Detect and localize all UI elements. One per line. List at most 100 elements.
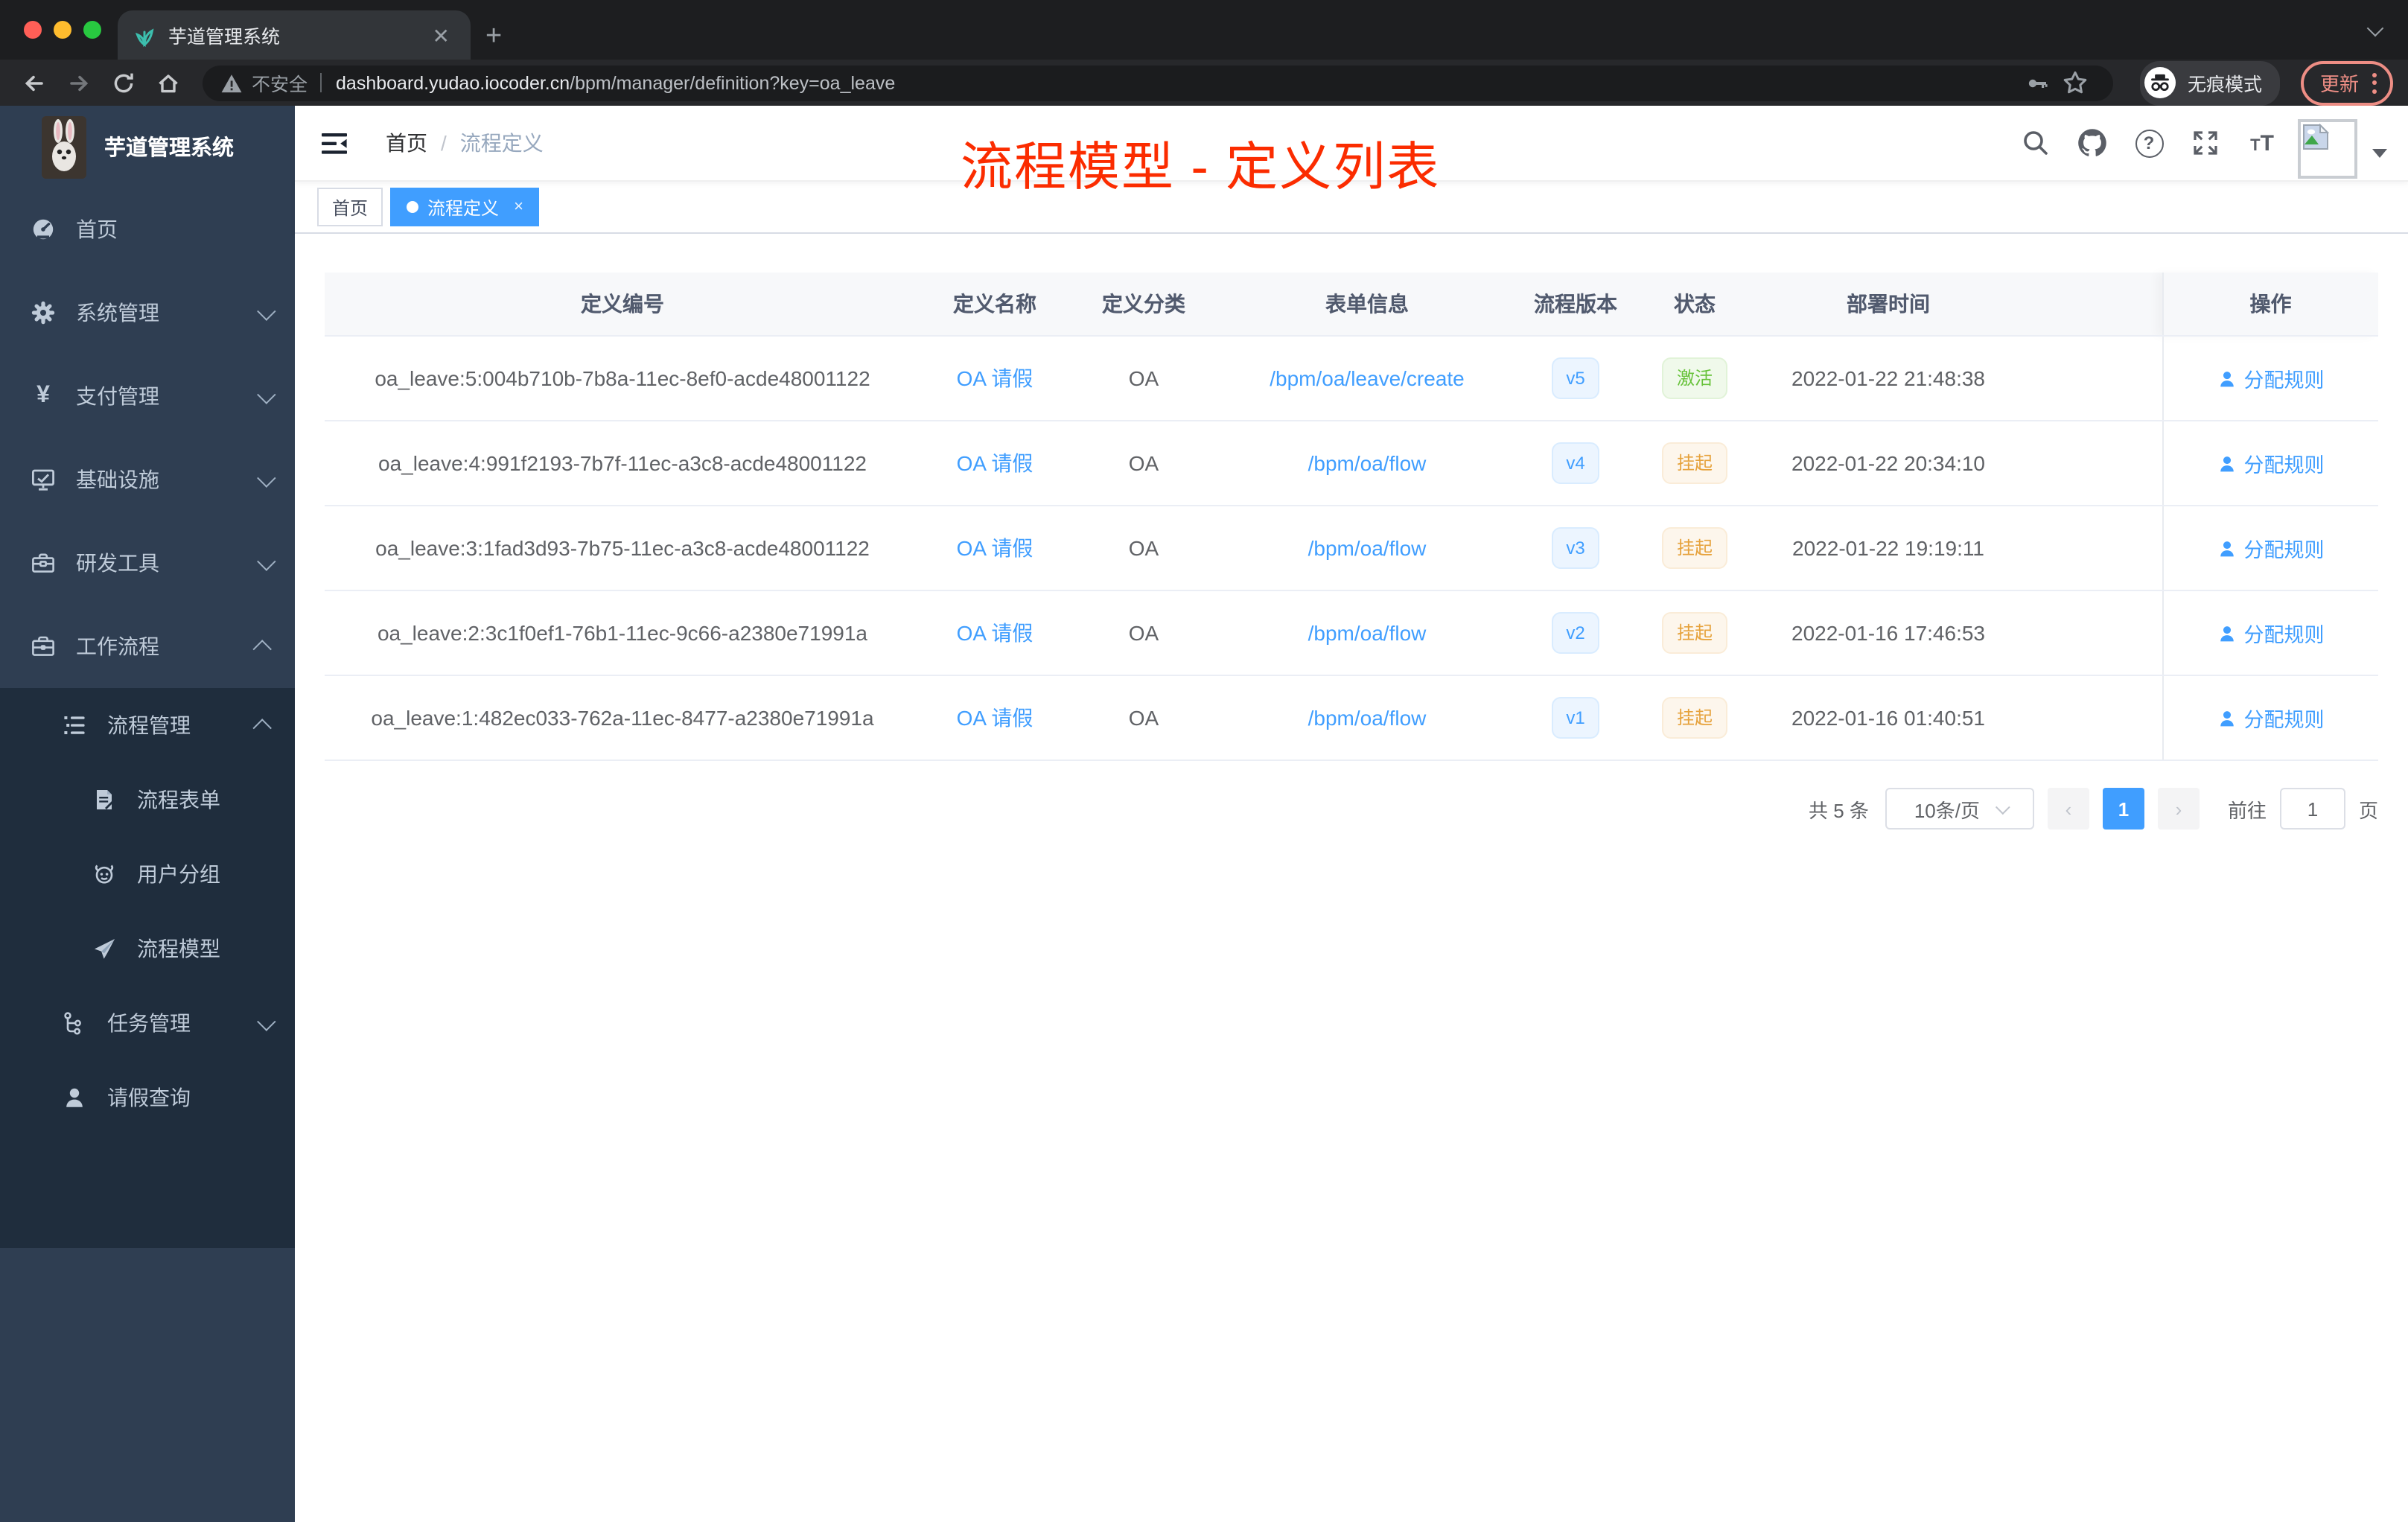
window-minimize-button[interactable] [54,21,71,39]
browser-menu-icon[interactable] [2372,72,2377,93]
fullscreen-icon[interactable] [2185,122,2226,164]
back-button[interactable] [15,63,54,102]
sidebar-item-leave-query[interactable]: 请假查询 [0,1060,295,1135]
assign-rule-link[interactable]: 分配规则 [2217,363,2325,393]
next-page-button[interactable]: › [2157,788,2200,830]
chevron-down-icon [257,384,276,404]
chevron-down-icon [257,468,276,487]
new-tab-button[interactable]: + [485,22,502,51]
table-row: oa_leave:4:991f2193-7b7f-11ec-a3c8-acde4… [325,421,2378,506]
browser-tab[interactable]: 芋道管理系统 ✕ [118,10,471,60]
sidebar-item-system[interactable]: 系统管理 [0,271,295,354]
goto-page-input[interactable] [2279,788,2345,830]
browser-tab-strip: 芋道管理系统 ✕ + [0,0,2408,60]
status-badge: 挂起 [1661,527,1727,569]
filler-cell [2022,675,2162,761]
hamburger-icon[interactable] [322,132,347,154]
avatar[interactable] [2298,119,2357,179]
window-zoom-button[interactable] [83,21,101,39]
group-icon [92,862,116,886]
tag-close-icon[interactable]: × [514,198,523,216]
window-controls [24,21,101,39]
dashboard-icon [31,217,55,241]
form-info-link[interactable]: /bpm/oa/leave/create [1270,366,1465,390]
window-close-button[interactable] [24,21,42,39]
reload-button[interactable] [104,63,143,102]
definition-category-cell: OA [1069,675,1218,761]
chevron-down-icon [257,551,276,570]
breadcrumb-current: 流程定义 [459,131,544,155]
omnibox[interactable]: 不安全 dashboard.yudao.iocoder.cn/bpm/manag… [203,65,2113,101]
filler-cell [2022,506,2162,591]
version-badge[interactable]: v4 [1551,442,1600,484]
version-badge[interactable]: v1 [1551,697,1600,739]
tag-home[interactable]: 首页 [317,188,383,226]
page-size-select[interactable]: 10条/页 [1885,788,2034,830]
col-status: 状态 [1635,273,1754,337]
breadcrumb-home[interactable]: 首页 [386,128,427,158]
logo-image [42,115,86,178]
filler-cell [2022,590,2162,676]
sidebar-item-payment[interactable]: ¥ 支付管理 [0,354,295,438]
incognito-icon [2144,67,2176,98]
sidebar-item-infra[interactable]: 基础设施 [0,438,295,521]
user-icon [2220,371,2234,386]
assign-rule-link[interactable]: 分配规则 [2217,618,2325,648]
assign-rule-link[interactable]: 分配规则 [2217,703,2325,733]
sidebar-logo[interactable]: 芋道管理系统 [0,106,295,188]
chevron-down-icon [257,1011,276,1031]
col-definition-name: 定义名称 [920,273,1069,337]
tab-close-button[interactable]: ✕ [427,22,456,48]
font-size-icon[interactable]: TT [2241,122,2283,164]
sidebar-item-devtools[interactable]: 研发工具 [0,521,295,605]
status-badge: 挂起 [1661,697,1727,739]
sidebar-item-process-form[interactable]: 流程表单 [0,762,295,837]
bookmark-star-icon[interactable] [2057,63,2095,102]
key-icon[interactable] [2018,63,2057,102]
col-definition-category: 定义分类 [1069,273,1218,337]
definition-id-cell: oa_leave:4:991f2193-7b7f-11ec-a3c8-acde4… [325,421,920,506]
sidebar-item-process-model[interactable]: 流程模型 [0,911,295,986]
tag-active-dot [407,201,419,213]
form-info-link[interactable]: /bpm/oa/flow [1308,451,1427,475]
update-button[interactable]: 更新 [2300,60,2393,105]
tag-process-definition[interactable]: 流程定义 × [390,188,540,226]
home-button[interactable] [149,63,188,102]
update-label: 更新 [2319,73,2359,95]
prev-page-button[interactable]: ‹ [2047,788,2089,830]
form-info-link[interactable]: /bpm/oa/flow [1308,536,1427,560]
definition-name-link[interactable]: OA 请假 [957,706,1033,730]
tab-search-chevron-icon[interactable] [2366,15,2384,37]
sidebar-item-home[interactable]: 首页 [0,188,295,271]
version-badge[interactable]: v3 [1551,527,1600,569]
search-icon[interactable] [2015,122,2057,164]
table-row: oa_leave:2:3c1f0ef1-76b1-11ec-9c66-a2380… [325,590,2378,676]
assign-rule-link[interactable]: 分配规则 [2217,448,2325,478]
definition-category-cell: OA [1069,506,1218,591]
table-row: oa_leave:1:482ec033-762a-11ec-8477-a2380… [325,675,2378,761]
gear-icon [31,301,55,325]
version-badge[interactable]: v5 [1551,357,1600,399]
assign-rule-link[interactable]: 分配规则 [2217,533,2325,563]
table-header-row: 定义编号 定义名称 定义分类 表单信息 流程版本 状态 部署时间 操作 [325,273,2378,337]
form-info-link[interactable]: /bpm/oa/flow [1308,706,1427,730]
table-row: oa_leave:3:1fad3d93-7b75-11ec-a3c8-acde4… [325,506,2378,591]
sidebar-item-user-group[interactable]: 用户分组 [0,837,295,911]
page-number-button[interactable]: 1 [2102,788,2144,830]
github-icon[interactable] [2071,122,2113,164]
form-info-link[interactable]: /bpm/oa/flow [1308,621,1427,645]
forward-button[interactable] [60,63,98,102]
sidebar-item-task-mgmt[interactable]: 任务管理 [0,986,295,1060]
definition-table: 定义编号 定义名称 定义分类 表单信息 流程版本 状态 部署时间 操作 oa_l… [325,273,2378,761]
help-icon[interactable]: ? [2128,122,2170,164]
definition-name-link[interactable]: OA 请假 [957,366,1033,390]
chevron-down-icon [257,301,276,320]
avatar-caret-icon[interactable] [2372,149,2387,158]
definition-name-link[interactable]: OA 请假 [957,536,1033,560]
sidebar-item-process-mgmt[interactable]: 流程管理 [0,688,295,762]
definition-name-link[interactable]: OA 请假 [957,451,1033,475]
sidebar-item-workflow[interactable]: 工作流程 [0,605,295,688]
filler-cell [2022,336,2162,421]
definition-name-link[interactable]: OA 请假 [957,621,1033,645]
version-badge[interactable]: v2 [1551,612,1600,654]
